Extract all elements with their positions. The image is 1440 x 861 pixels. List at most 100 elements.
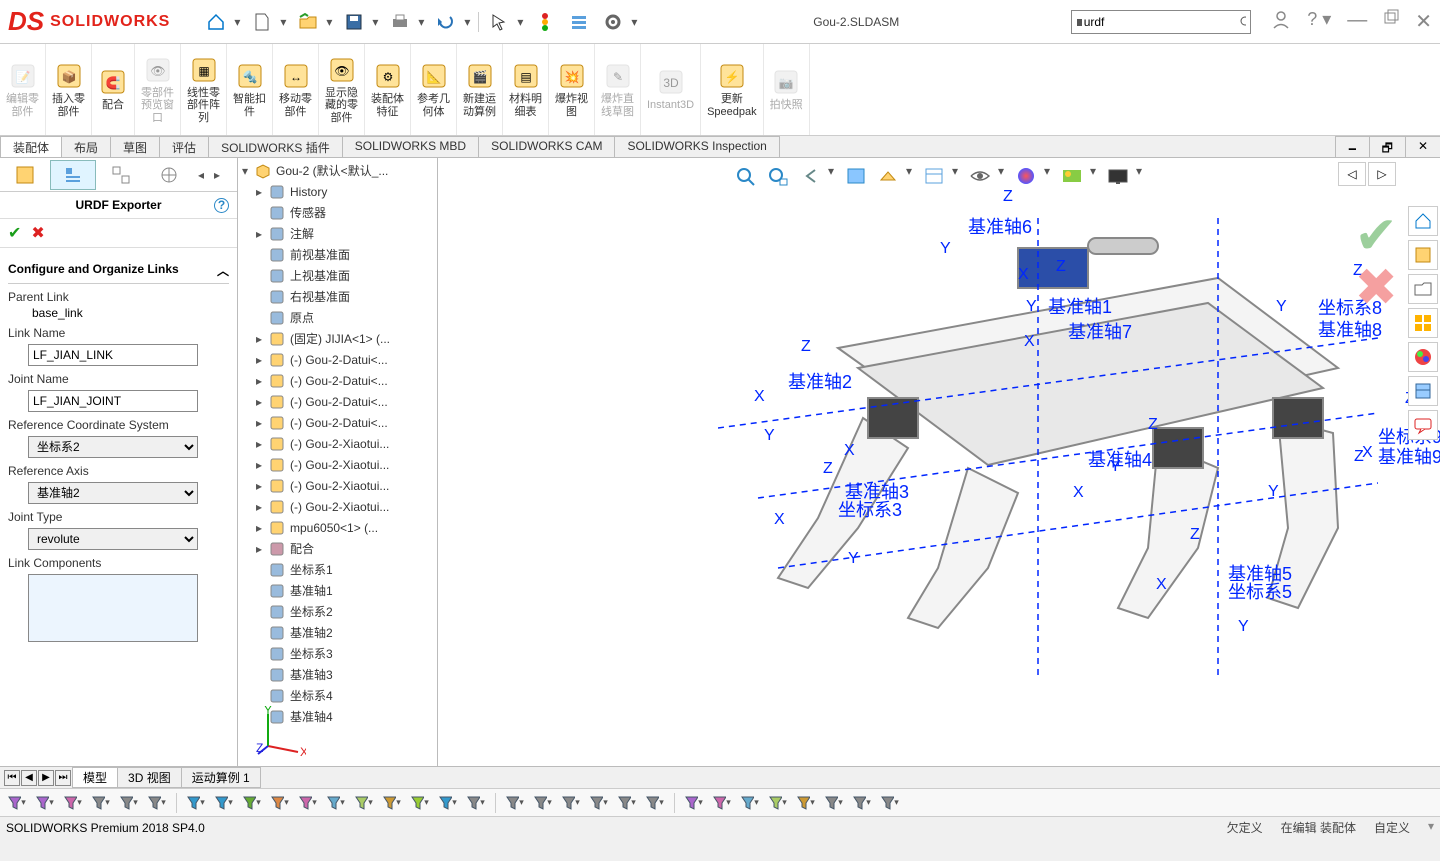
filter-icon-19[interactable]: ▾ xyxy=(504,792,526,814)
tree-item[interactable]: ▸(-) Gou-2-Datui<... xyxy=(238,370,437,391)
graphics-viewport[interactable]: ▾ ▾ ▾ ▾ ▾ ▾ ▾ xyxy=(438,158,1440,766)
filter-icon-5[interactable]: ▾ xyxy=(146,792,168,814)
dropdown-icon[interactable]: ▾ xyxy=(234,15,244,29)
dropdown-icon[interactable]: ▾ xyxy=(517,15,527,29)
nav-left-icon[interactable]: ◂ xyxy=(194,168,208,182)
select-button[interactable] xyxy=(483,7,515,37)
help-icon[interactable]: ? ▾ xyxy=(1307,9,1331,34)
tree-item[interactable]: ▸History xyxy=(238,181,437,202)
cmd-tab[interactable]: SOLIDWORKS CAM xyxy=(478,136,615,157)
tab-first-icon[interactable]: ⏮ xyxy=(4,770,20,786)
tree-item[interactable]: 右视基准面 xyxy=(238,286,437,307)
caret-icon[interactable]: ▸ xyxy=(256,227,268,241)
tree-item[interactable]: 坐标系3 xyxy=(238,643,437,664)
cmd-tab[interactable]: SOLIDWORKS 插件 xyxy=(208,136,343,157)
help-icon[interactable]: ? xyxy=(214,198,229,213)
ribbon-装配体特征[interactable]: ⚙装配体 特征 xyxy=(365,44,411,135)
status-custom[interactable]: 自定义 xyxy=(1374,819,1410,836)
tab-prev-icon[interactable]: ◀ xyxy=(21,770,37,786)
tab-next-icon[interactable]: ▶ xyxy=(38,770,54,786)
caret-icon[interactable]: ▸ xyxy=(256,500,268,514)
doc-min-button[interactable]: 🗕 xyxy=(1335,136,1370,157)
caret-icon[interactable]: ▸ xyxy=(256,479,268,493)
ref-cs-select[interactable]: 坐标系2 xyxy=(28,436,198,458)
cmd-tab[interactable]: SOLIDWORKS Inspection xyxy=(614,136,779,157)
minimize-button[interactable]: — xyxy=(1347,9,1367,34)
tree-item[interactable]: ▸(-) Gou-2-Datui<... xyxy=(238,412,437,433)
caret-icon[interactable]: ▸ xyxy=(256,374,268,388)
tab-last-icon[interactable]: ⏭ xyxy=(55,770,71,786)
restore-button[interactable] xyxy=(1383,9,1399,34)
caret-icon[interactable]: ▸ xyxy=(256,458,268,472)
view-settings-icon[interactable] xyxy=(1104,164,1132,188)
ribbon-线性零部件阵[interactable]: ▦线性零 部件阵 列 xyxy=(181,44,227,135)
cmd-tab[interactable]: SOLIDWORKS MBD xyxy=(342,136,479,157)
cmd-tab[interactable]: 布局 xyxy=(61,136,111,157)
cmd-tab[interactable]: 装配体 xyxy=(0,136,62,157)
tree-item[interactable]: ▸(-) Gou-2-Xiaotui... xyxy=(238,496,437,517)
ribbon-参考几何体[interactable]: 📐参考几 何体 xyxy=(411,44,457,135)
filter-icon-26[interactable]: ▾ xyxy=(683,792,705,814)
dropdown-icon[interactable]: ▾ xyxy=(631,15,641,29)
ribbon-材料明细表[interactable]: ▤材料明 细表 xyxy=(503,44,549,135)
cmd-tab[interactable]: 评估 xyxy=(159,136,209,157)
custom-properties-tab-icon[interactable] xyxy=(1408,376,1438,406)
caret-icon[interactable]: ▸ xyxy=(256,395,268,409)
new-button[interactable] xyxy=(246,7,278,37)
tree-item[interactable]: ▸(-) Gou-2-Datui<... xyxy=(238,349,437,370)
tree-item[interactable]: 坐标系2 xyxy=(238,601,437,622)
filter-icon-21[interactable]: ▾ xyxy=(560,792,582,814)
tree-item[interactable]: 前视基准面 xyxy=(238,244,437,265)
tree-item[interactable]: ▸(-) Gou-2-Xiaotui... xyxy=(238,433,437,454)
filter-icon-20[interactable]: ▾ xyxy=(532,792,554,814)
tree-item[interactable]: 坐标系1 xyxy=(238,559,437,580)
settings-button[interactable] xyxy=(597,7,629,37)
filter-icon-8[interactable]: ▾ xyxy=(213,792,235,814)
display-style-icon[interactable] xyxy=(920,164,948,188)
ribbon-显示隐藏的零[interactable]: 👁显示隐 藏的零 部件 xyxy=(319,44,365,135)
filter-icon-33[interactable]: ▾ xyxy=(879,792,901,814)
filter-icon-16[interactable]: ▾ xyxy=(437,792,459,814)
section-view-icon[interactable] xyxy=(842,164,870,188)
close-button[interactable]: ✕ xyxy=(1415,9,1432,34)
filter-icon-3[interactable]: ▾ xyxy=(90,792,112,814)
zoom-area-icon[interactable] xyxy=(764,164,792,188)
ribbon-配合[interactable]: 🧲配合 xyxy=(92,44,135,135)
caret-icon[interactable]: ▸ xyxy=(256,437,268,451)
cmd-tab[interactable]: 草图 xyxy=(110,136,160,157)
bottom-tab[interactable]: 3D 视图 xyxy=(117,767,182,788)
filter-icon-10[interactable]: ▾ xyxy=(269,792,291,814)
filter-icon-7[interactable]: ▾ xyxy=(185,792,207,814)
tree-item[interactable]: ▸注解 xyxy=(238,223,437,244)
tree-item[interactable]: 传感器 xyxy=(238,202,437,223)
link-name-input[interactable] xyxy=(28,344,198,366)
ribbon-爆炸视图[interactable]: 💥爆炸视 图 xyxy=(549,44,595,135)
dropdown-icon[interactable]: ▾ xyxy=(326,15,336,29)
ribbon-移动零部件[interactable]: ↔移动零 部件 xyxy=(273,44,319,135)
tree-item[interactable]: ▸(-) Gou-2-Xiaotui... xyxy=(238,475,437,496)
tree-item[interactable]: 原点 xyxy=(238,307,437,328)
save-button[interactable] xyxy=(338,7,370,37)
filter-icon-13[interactable]: ▾ xyxy=(353,792,375,814)
tree-item[interactable]: 上视基准面 xyxy=(238,265,437,286)
filter-icon-22[interactable]: ▾ xyxy=(588,792,610,814)
filter-icon-23[interactable]: ▾ xyxy=(616,792,638,814)
filter-icon-17[interactable]: ▾ xyxy=(465,792,487,814)
file-explorer-tab-icon[interactable] xyxy=(1408,274,1438,304)
filter-icon-28[interactable]: ▾ xyxy=(739,792,761,814)
caret-icon[interactable]: ▸ xyxy=(256,542,268,556)
next-doc-icon[interactable]: ▷ xyxy=(1368,162,1396,186)
ribbon-插入零部件[interactable]: 📦插入零 部件 xyxy=(46,44,92,135)
filter-icon-1[interactable]: ▾ xyxy=(34,792,56,814)
caret-icon[interactable]: ▾ xyxy=(242,164,254,178)
doc-close-button[interactable]: ✕ xyxy=(1405,136,1440,157)
prev-view-icon[interactable] xyxy=(796,164,824,188)
doc-restore-button[interactable]: 🗗 xyxy=(1369,136,1406,157)
search-input[interactable] xyxy=(1084,15,1239,29)
tree-item[interactable]: ▸配合 xyxy=(238,538,437,559)
bottom-tab[interactable]: 运动算例 1 xyxy=(181,767,261,788)
tree-item[interactable]: ▸(-) Gou-2-Xiaotui... xyxy=(238,454,437,475)
user-icon[interactable] xyxy=(1271,9,1291,34)
filter-icon-30[interactable]: ▾ xyxy=(795,792,817,814)
filter-icon-14[interactable]: ▾ xyxy=(381,792,403,814)
